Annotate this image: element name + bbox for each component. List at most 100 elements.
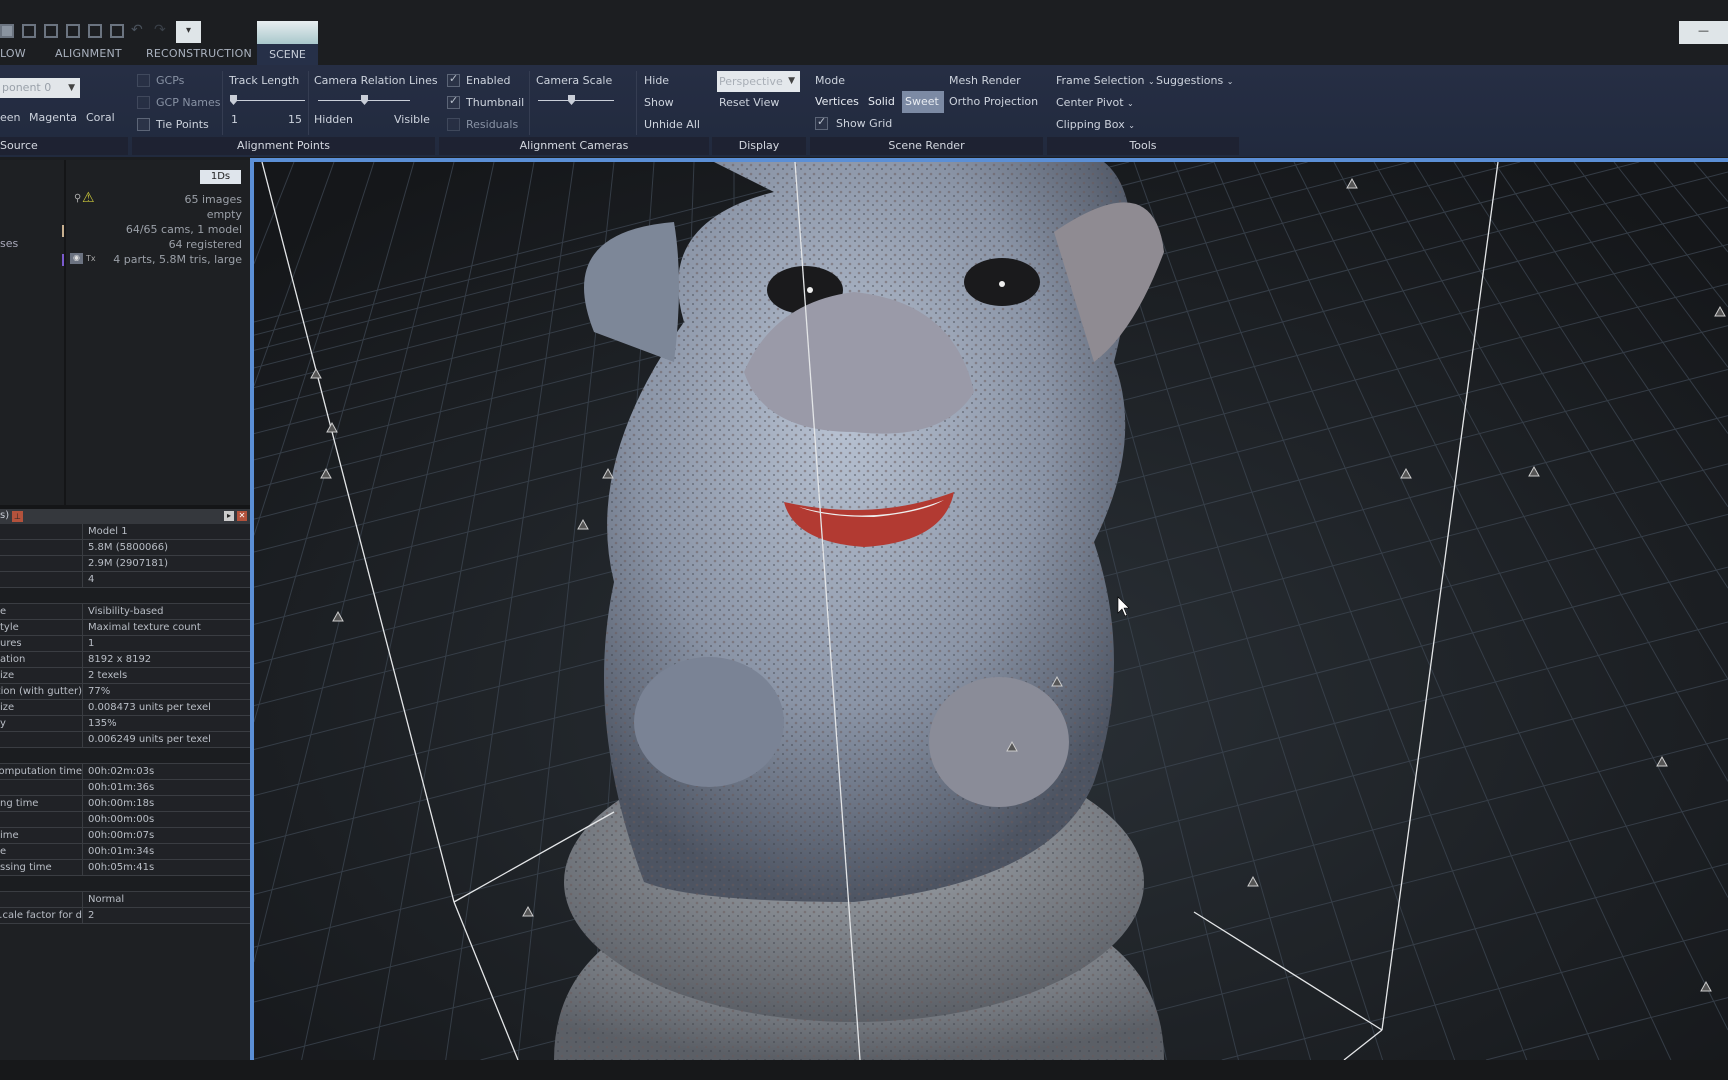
model-status: 4 parts, 5.8M tris, large	[113, 253, 242, 266]
property-row[interactable]: 00h:00m:00s	[0, 812, 250, 828]
projection-select[interactable]: Perspective ▼	[717, 71, 800, 92]
column-divider	[82, 812, 83, 828]
track-length-max: 15	[288, 113, 302, 126]
thumbnail-label: Thumbnail	[466, 96, 525, 109]
expand-icon[interactable]: ▸	[224, 511, 234, 521]
column-divider	[82, 524, 83, 540]
property-row[interactable]: ize 0.008473 units per texel	[0, 700, 250, 716]
layout-split-icon[interactable]	[22, 24, 36, 38]
property-key: e	[0, 846, 7, 857]
reset-view-button[interactable]: Reset View	[719, 96, 779, 109]
redo-icon[interactable]: ↷	[154, 22, 166, 38]
property-row[interactable]: 0.006249 units per texel	[0, 732, 250, 748]
registered-count: 64 registered	[168, 238, 242, 251]
eye-icon[interactable]: ◉	[70, 253, 83, 264]
property-row[interactable]: ng time 00h:00m:18s	[0, 796, 250, 812]
tab-workflow[interactable]: LOW	[0, 47, 26, 60]
show-grid-checkbox[interactable]	[815, 115, 828, 130]
mesh-render-button[interactable]: Mesh Render	[949, 74, 1021, 87]
property-row[interactable]: 4	[0, 572, 250, 588]
color-green[interactable]: een	[0, 111, 21, 124]
tab-alignment[interactable]: ALIGNMENT	[55, 47, 122, 60]
minimize-button[interactable]: —	[1679, 21, 1728, 44]
3d-viewport[interactable]	[254, 162, 1728, 1060]
track-length-min: 1	[231, 113, 238, 126]
track-length-slider[interactable]	[230, 95, 305, 105]
close-icon[interactable]: ✕	[237, 511, 247, 521]
scene-canvas[interactable]	[254, 162, 1728, 1060]
property-key: ize	[0, 670, 15, 681]
property-value: 2.9M (2907181)	[88, 558, 169, 569]
1ds-badge[interactable]: 1Ds	[200, 170, 241, 184]
property-row[interactable]: tyle Maximal texture count	[0, 620, 250, 636]
center-pivot-label: Center Pivot	[1056, 96, 1124, 109]
property-row[interactable]: e 00h:01m:34s	[0, 844, 250, 860]
layout-9grid-icon[interactable]	[110, 24, 124, 38]
gcps-label: GCPs	[156, 74, 185, 87]
chevron-down-icon: ⌄	[1226, 77, 1234, 86]
enabled-checkbox[interactable]	[447, 72, 460, 87]
gcp-names-checkbox[interactable]	[137, 96, 150, 109]
camera-scale-slider[interactable]	[538, 95, 614, 105]
property-row[interactable]: 5.8M (5800066)	[0, 540, 250, 556]
status-marker	[62, 254, 64, 266]
mode-solid-button[interactable]: Solid	[868, 95, 895, 108]
gcps-checkbox[interactable]	[137, 74, 150, 87]
hide-button[interactable]: Hide	[644, 74, 669, 87]
residuals-label: Residuals	[466, 118, 519, 131]
property-section	[0, 876, 250, 892]
property-row[interactable]: ation (with gutter) 77%	[0, 684, 250, 700]
suggestions-button[interactable]: Suggestions ⌄	[1156, 74, 1233, 87]
component-select[interactable]: ponent 0 ▼	[0, 78, 80, 98]
property-row[interactable]: ize 2 texels	[0, 668, 250, 684]
property-row[interactable]: ation 8192 x 8192	[0, 652, 250, 668]
projection-value: Perspective	[719, 75, 783, 88]
layout-single-icon[interactable]	[0, 24, 14, 38]
pin-icon[interactable]: ⊥	[12, 511, 23, 522]
property-row[interactable]: cale factor for d... 2	[0, 908, 250, 924]
property-row[interactable]: 00h:01m:36s	[0, 780, 250, 796]
property-row[interactable]: Model 1	[0, 524, 250, 540]
frame-selection-button[interactable]: Frame Selection ⌄	[1056, 74, 1155, 87]
show-button[interactable]: Show	[644, 96, 674, 109]
residuals-checkbox[interactable]	[447, 118, 460, 131]
tie-points-checkbox[interactable]	[137, 118, 150, 131]
ortho-projection-button[interactable]: Ortho Projection	[949, 95, 1038, 108]
property-row[interactable]: ssing time 00h:05m:41s	[0, 860, 250, 876]
list-item-label[interactable]: ses	[0, 237, 18, 250]
property-row[interactable]: ures 1	[0, 636, 250, 652]
property-row[interactable]: Normal	[0, 892, 250, 908]
properties-title: s)	[0, 510, 10, 521]
camera-relation-slider[interactable]	[318, 95, 410, 105]
layout-grid-icon[interactable]	[66, 24, 80, 38]
clipping-box-button[interactable]: Clipping Box ⌄	[1056, 118, 1135, 131]
color-magenta[interactable]: Magenta	[29, 111, 77, 124]
property-value: 00h:00m:18s	[88, 798, 155, 809]
column-divider	[82, 716, 83, 732]
mode-vertices-button[interactable]: Vertices	[815, 95, 859, 108]
color-coral[interactable]: Coral	[86, 111, 115, 124]
chevron-down-icon: ▼	[788, 76, 795, 86]
chevron-down-icon: ⌄	[1147, 77, 1155, 86]
property-row[interactable]: y 135%	[0, 716, 250, 732]
property-section	[0, 588, 250, 604]
unhide-all-button[interactable]: Unhide All	[644, 118, 700, 131]
tie-points-label: Tie Points	[156, 118, 209, 131]
property-row[interactable]: omputation time 00h:02m:03s	[0, 764, 250, 780]
tab-reconstruction[interactable]: RECONSTRUCTION	[146, 47, 252, 60]
layout-2x1-icon[interactable]	[44, 24, 58, 38]
center-pivot-button[interactable]: Center Pivot ⌄	[1056, 96, 1134, 109]
undo-icon[interactable]: ↶	[131, 22, 143, 38]
layout-3pane-icon[interactable]	[88, 24, 102, 38]
property-row[interactable]: ime 00h:00m:07s	[0, 828, 250, 844]
panel-divider	[64, 160, 66, 505]
quick-access-dropdown-icon[interactable]: ▾	[176, 21, 201, 43]
property-row[interactable]: e Visibility-based	[0, 604, 250, 620]
tab-scene[interactable]: SCENE	[257, 44, 318, 65]
column-divider	[82, 620, 83, 636]
mode-sweet-button[interactable]: Sweet	[902, 91, 944, 113]
property-row[interactable]: 2.9M (2907181)	[0, 556, 250, 572]
camera-relation-label: Camera Relation Lines	[314, 74, 438, 87]
property-value: 00h:01m:36s	[88, 782, 155, 793]
thumbnail-checkbox[interactable]	[447, 94, 460, 109]
